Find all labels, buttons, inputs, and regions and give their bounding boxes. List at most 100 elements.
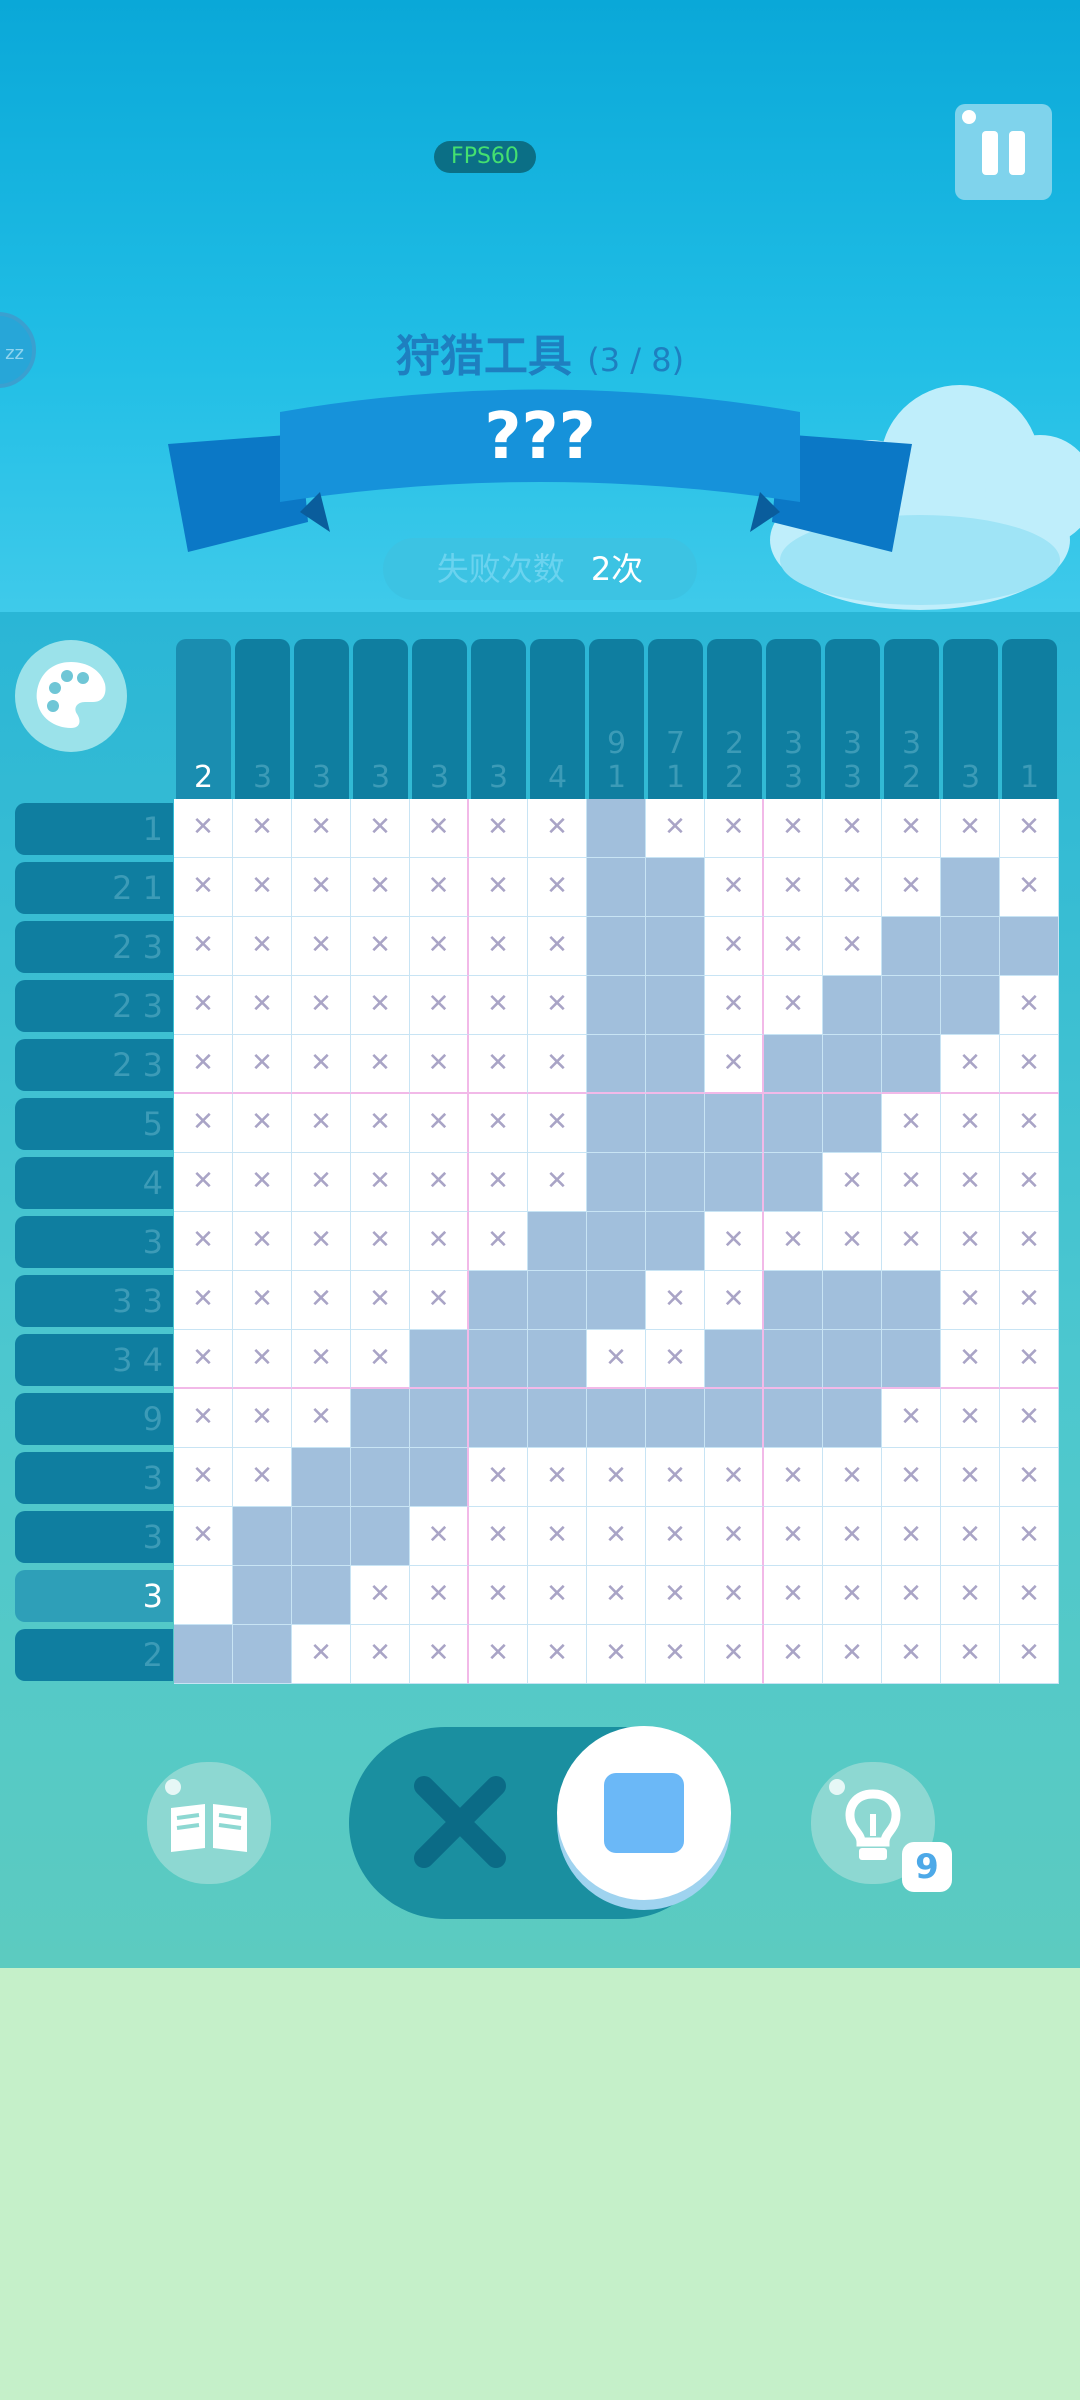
filled-cell[interactable] [941,858,1000,917]
crossed-cell[interactable]: ✕ [351,858,410,917]
crossed-cell[interactable]: ✕ [587,1330,646,1389]
filled-cell[interactable] [292,1507,351,1566]
crossed-cell[interactable]: ✕ [764,917,823,976]
crossed-cell[interactable]: ✕ [941,1625,1000,1684]
filled-cell[interactable] [410,1448,469,1507]
filled-cell[interactable] [823,1271,882,1330]
filled-cell[interactable] [469,1271,528,1330]
crossed-cell[interactable]: ✕ [174,1271,233,1330]
filled-cell[interactable] [351,1389,410,1448]
crossed-cell[interactable]: ✕ [646,799,705,858]
crossed-cell[interactable]: ✕ [233,1389,292,1448]
crossed-cell[interactable]: ✕ [882,1212,941,1271]
crossed-cell[interactable]: ✕ [469,1625,528,1684]
crossed-cell[interactable]: ✕ [823,799,882,858]
crossed-cell[interactable]: ✕ [1000,1330,1059,1389]
crossed-cell[interactable]: ✕ [764,1507,823,1566]
crossed-cell[interactable]: ✕ [351,1094,410,1153]
filled-cell[interactable] [764,1094,823,1153]
crossed-cell[interactable]: ✕ [882,1094,941,1153]
crossed-cell[interactable]: ✕ [233,1448,292,1507]
crossed-cell[interactable]: ✕ [469,976,528,1035]
crossed-cell[interactable]: ✕ [882,1507,941,1566]
crossed-cell[interactable]: ✕ [882,1389,941,1448]
filled-cell[interactable] [646,858,705,917]
filled-cell[interactable] [587,858,646,917]
crossed-cell[interactable]: ✕ [528,1507,587,1566]
crossed-cell[interactable]: ✕ [410,1153,469,1212]
filled-cell[interactable] [528,1330,587,1389]
crossed-cell[interactable]: ✕ [174,1389,233,1448]
crossed-cell[interactable]: ✕ [528,858,587,917]
crossed-cell[interactable]: ✕ [1000,1448,1059,1507]
crossed-cell[interactable]: ✕ [764,799,823,858]
crossed-cell[interactable]: ✕ [823,858,882,917]
crossed-cell[interactable]: ✕ [469,858,528,917]
crossed-cell[interactable]: ✕ [823,917,882,976]
crossed-cell[interactable]: ✕ [528,1566,587,1625]
crossed-cell[interactable]: ✕ [351,1035,410,1094]
crossed-cell[interactable]: ✕ [705,1035,764,1094]
crossed-cell[interactable]: ✕ [528,1094,587,1153]
crossed-cell[interactable]: ✕ [646,1507,705,1566]
filled-cell[interactable] [587,1271,646,1330]
guide-button[interactable] [147,1762,271,1884]
crossed-cell[interactable]: ✕ [882,1566,941,1625]
crossed-cell[interactable]: ✕ [705,1448,764,1507]
filled-cell[interactable] [587,799,646,858]
crossed-cell[interactable]: ✕ [1000,1212,1059,1271]
filled-cell[interactable] [528,1212,587,1271]
crossed-cell[interactable]: ✕ [351,1271,410,1330]
filled-cell[interactable] [705,1153,764,1212]
crossed-cell[interactable]: ✕ [469,1507,528,1566]
crossed-cell[interactable]: ✕ [823,1566,882,1625]
crossed-cell[interactable]: ✕ [882,1625,941,1684]
crossed-cell[interactable]: ✕ [941,1212,1000,1271]
crossed-cell[interactable]: ✕ [233,1212,292,1271]
crossed-cell[interactable]: ✕ [410,858,469,917]
crossed-cell[interactable]: ✕ [292,799,351,858]
filled-cell[interactable] [351,1507,410,1566]
crossed-cell[interactable]: ✕ [823,1507,882,1566]
crossed-cell[interactable]: ✕ [174,976,233,1035]
crossed-cell[interactable]: ✕ [469,1094,528,1153]
filled-cell[interactable] [587,1212,646,1271]
crossed-cell[interactable]: ✕ [233,1330,292,1389]
crossed-cell[interactable]: ✕ [351,917,410,976]
crossed-cell[interactable]: ✕ [351,1330,410,1389]
palette-button[interactable] [15,640,127,752]
crossed-cell[interactable]: ✕ [705,1566,764,1625]
crossed-cell[interactable]: ✕ [882,799,941,858]
crossed-cell[interactable]: ✕ [705,799,764,858]
filled-cell[interactable] [233,1507,292,1566]
filled-cell[interactable] [941,976,1000,1035]
filled-cell[interactable] [646,1212,705,1271]
crossed-cell[interactable]: ✕ [882,1448,941,1507]
filled-cell[interactable] [174,1625,233,1684]
pause-button[interactable] [955,104,1052,200]
crossed-cell[interactable]: ✕ [410,1212,469,1271]
filled-cell[interactable] [646,976,705,1035]
crossed-cell[interactable]: ✕ [941,1271,1000,1330]
filled-cell[interactable] [646,917,705,976]
filled-cell[interactable] [292,1448,351,1507]
empty-cell[interactable] [174,1566,233,1625]
cross-mode-icon[interactable] [406,1768,514,1876]
crossed-cell[interactable]: ✕ [528,1153,587,1212]
crossed-cell[interactable]: ✕ [705,1507,764,1566]
crossed-cell[interactable]: ✕ [1000,1389,1059,1448]
crossed-cell[interactable]: ✕ [882,858,941,917]
crossed-cell[interactable]: ✕ [1000,1153,1059,1212]
filled-cell[interactable] [646,1094,705,1153]
crossed-cell[interactable]: ✕ [351,1153,410,1212]
crossed-cell[interactable]: ✕ [292,1153,351,1212]
filled-cell[interactable] [705,1094,764,1153]
crossed-cell[interactable]: ✕ [764,858,823,917]
crossed-cell[interactable]: ✕ [410,1507,469,1566]
crossed-cell[interactable]: ✕ [941,1389,1000,1448]
crossed-cell[interactable]: ✕ [292,917,351,976]
crossed-cell[interactable]: ✕ [587,1566,646,1625]
filled-cell[interactable] [941,917,1000,976]
crossed-cell[interactable]: ✕ [587,1448,646,1507]
crossed-cell[interactable]: ✕ [882,1153,941,1212]
